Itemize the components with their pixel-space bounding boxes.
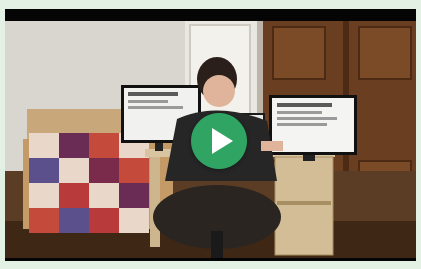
bed-quilt — [29, 133, 149, 233]
letterbox-bottom — [5, 258, 416, 261]
play-icon — [212, 128, 233, 154]
letterbox-top — [5, 9, 416, 21]
desk-cabinet — [274, 156, 334, 256]
play-button[interactable] — [191, 113, 247, 169]
desk-shelf — [277, 201, 331, 205]
video-player[interactable] — [5, 9, 416, 261]
desk-leg-left — [150, 157, 160, 247]
wardrobe-panel-top-left — [272, 26, 326, 80]
monitor-right — [269, 95, 357, 161]
video-embed-frame — [0, 0, 421, 269]
wardrobe-panel-top-right — [358, 26, 412, 80]
